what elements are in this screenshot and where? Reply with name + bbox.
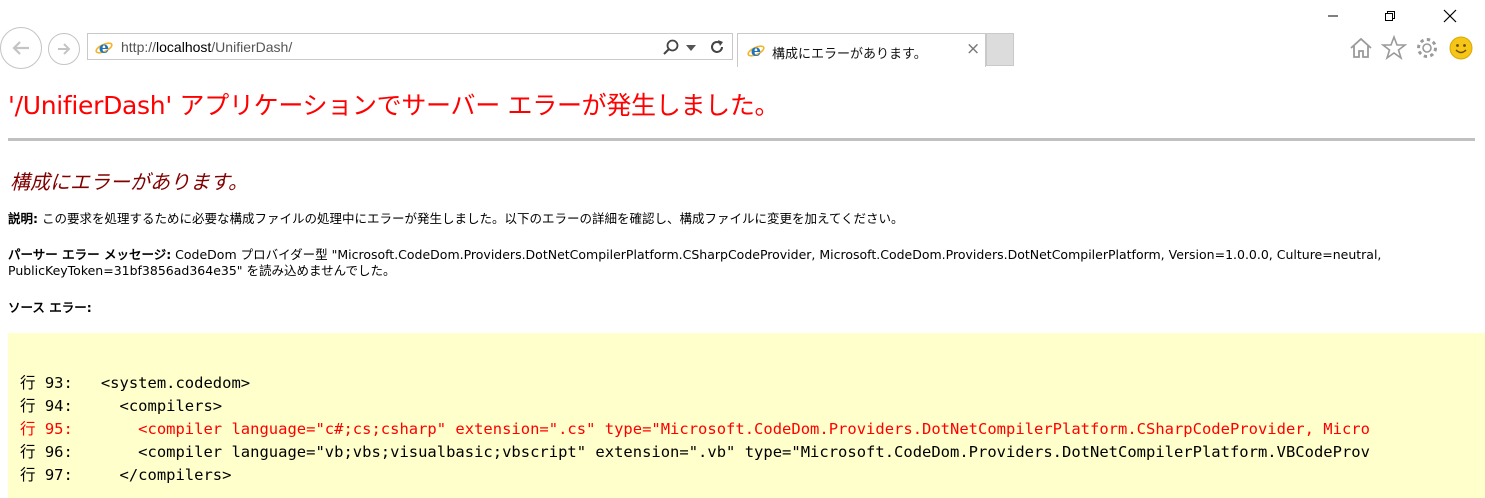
source-error-label: ソース エラー: [8, 300, 92, 315]
favorites-star-icon[interactable] [1381, 35, 1407, 61]
forward-button[interactable] [48, 33, 80, 65]
close-window-button[interactable] [1427, 4, 1473, 28]
search-icon[interactable] [662, 38, 680, 56]
home-icon[interactable] [1348, 35, 1374, 61]
source-line: 行 97: </compilers> [20, 466, 232, 484]
description-text: この要求を処理するために必要な構成ファイルの処理中にエラーが発生しました。以下の… [38, 211, 904, 226]
heading-divider [8, 138, 1475, 141]
svg-text:e: e [99, 38, 109, 57]
source-code-block: 行 93: <system.codedom> 行 94: <compilers>… [8, 333, 1485, 498]
refresh-icon[interactable] [708, 38, 726, 56]
address-bar[interactable]: e http://localhost/UnifierDash/ [87, 33, 733, 60]
description-paragraph: 説明: この要求を処理するために必要な構成ファイルの処理中にエラーが発生しました… [8, 211, 903, 227]
page-content: '/UnifierDash' アプリケーションでサーバー エラーが発生しました。… [0, 68, 1485, 498]
parser-error-paragraph: パーサー エラー メッセージ: CodeDom プロバイダー型 "Microso… [8, 247, 1478, 279]
tab-current[interactable]: e 構成にエラーがあります。 × [737, 33, 986, 67]
tab-title: 構成にエラーがあります。 [772, 47, 927, 62]
error-subheading: 構成にエラーがあります。 [10, 170, 248, 194]
parser-error-text-cont: PublicKeyToken=31bf3856ad364e35" を読み込めませ… [8, 263, 396, 278]
settings-gear-icon[interactable] [1414, 35, 1440, 61]
back-arrow-icon [12, 41, 29, 55]
source-line: 行 93: <system.codedom> [20, 374, 251, 392]
tab-close-button[interactable]: × [966, 39, 980, 59]
parser-error-text: CodeDom プロバイダー型 "Microsoft.CodeDom.Provi… [171, 247, 1382, 262]
close-icon [1443, 9, 1457, 23]
source-line-error: 行 95: <compiler language="c#;cs;csharp" … [20, 420, 1370, 438]
ie-page-icon: e [95, 38, 113, 57]
svg-text:e: e [751, 41, 761, 60]
source-error-paragraph: ソース エラー: [8, 300, 92, 316]
minimize-icon [1328, 15, 1338, 17]
back-button[interactable] [0, 27, 42, 69]
ie-tab-icon: e [747, 41, 765, 60]
restore-button[interactable] [1367, 4, 1413, 28]
source-line: 行 96: <compiler language="vb;vbs;visualb… [20, 443, 1370, 461]
forward-arrow-icon [58, 43, 71, 55]
restore-icon [1385, 11, 1395, 21]
description-label: 説明: [8, 211, 38, 226]
new-tab-button[interactable] [986, 33, 1014, 66]
minimize-button[interactable] [1310, 4, 1356, 28]
source-line: 行 94: <compilers> [20, 397, 223, 415]
feedback-smiley-icon[interactable] [1448, 35, 1474, 61]
dropdown-arrow-icon[interactable] [686, 44, 696, 52]
parser-error-label: パーサー エラー メッセージ: [8, 247, 172, 262]
address-url[interactable]: http://localhost/UnifierDash/ [121, 39, 292, 55]
error-heading: '/UnifierDash' アプリケーションでサーバー エラーが発生しました。 [8, 91, 780, 120]
browser-chrome: e http://localhost/UnifierDash/ e 構成にエラー… [0, 0, 1485, 69]
